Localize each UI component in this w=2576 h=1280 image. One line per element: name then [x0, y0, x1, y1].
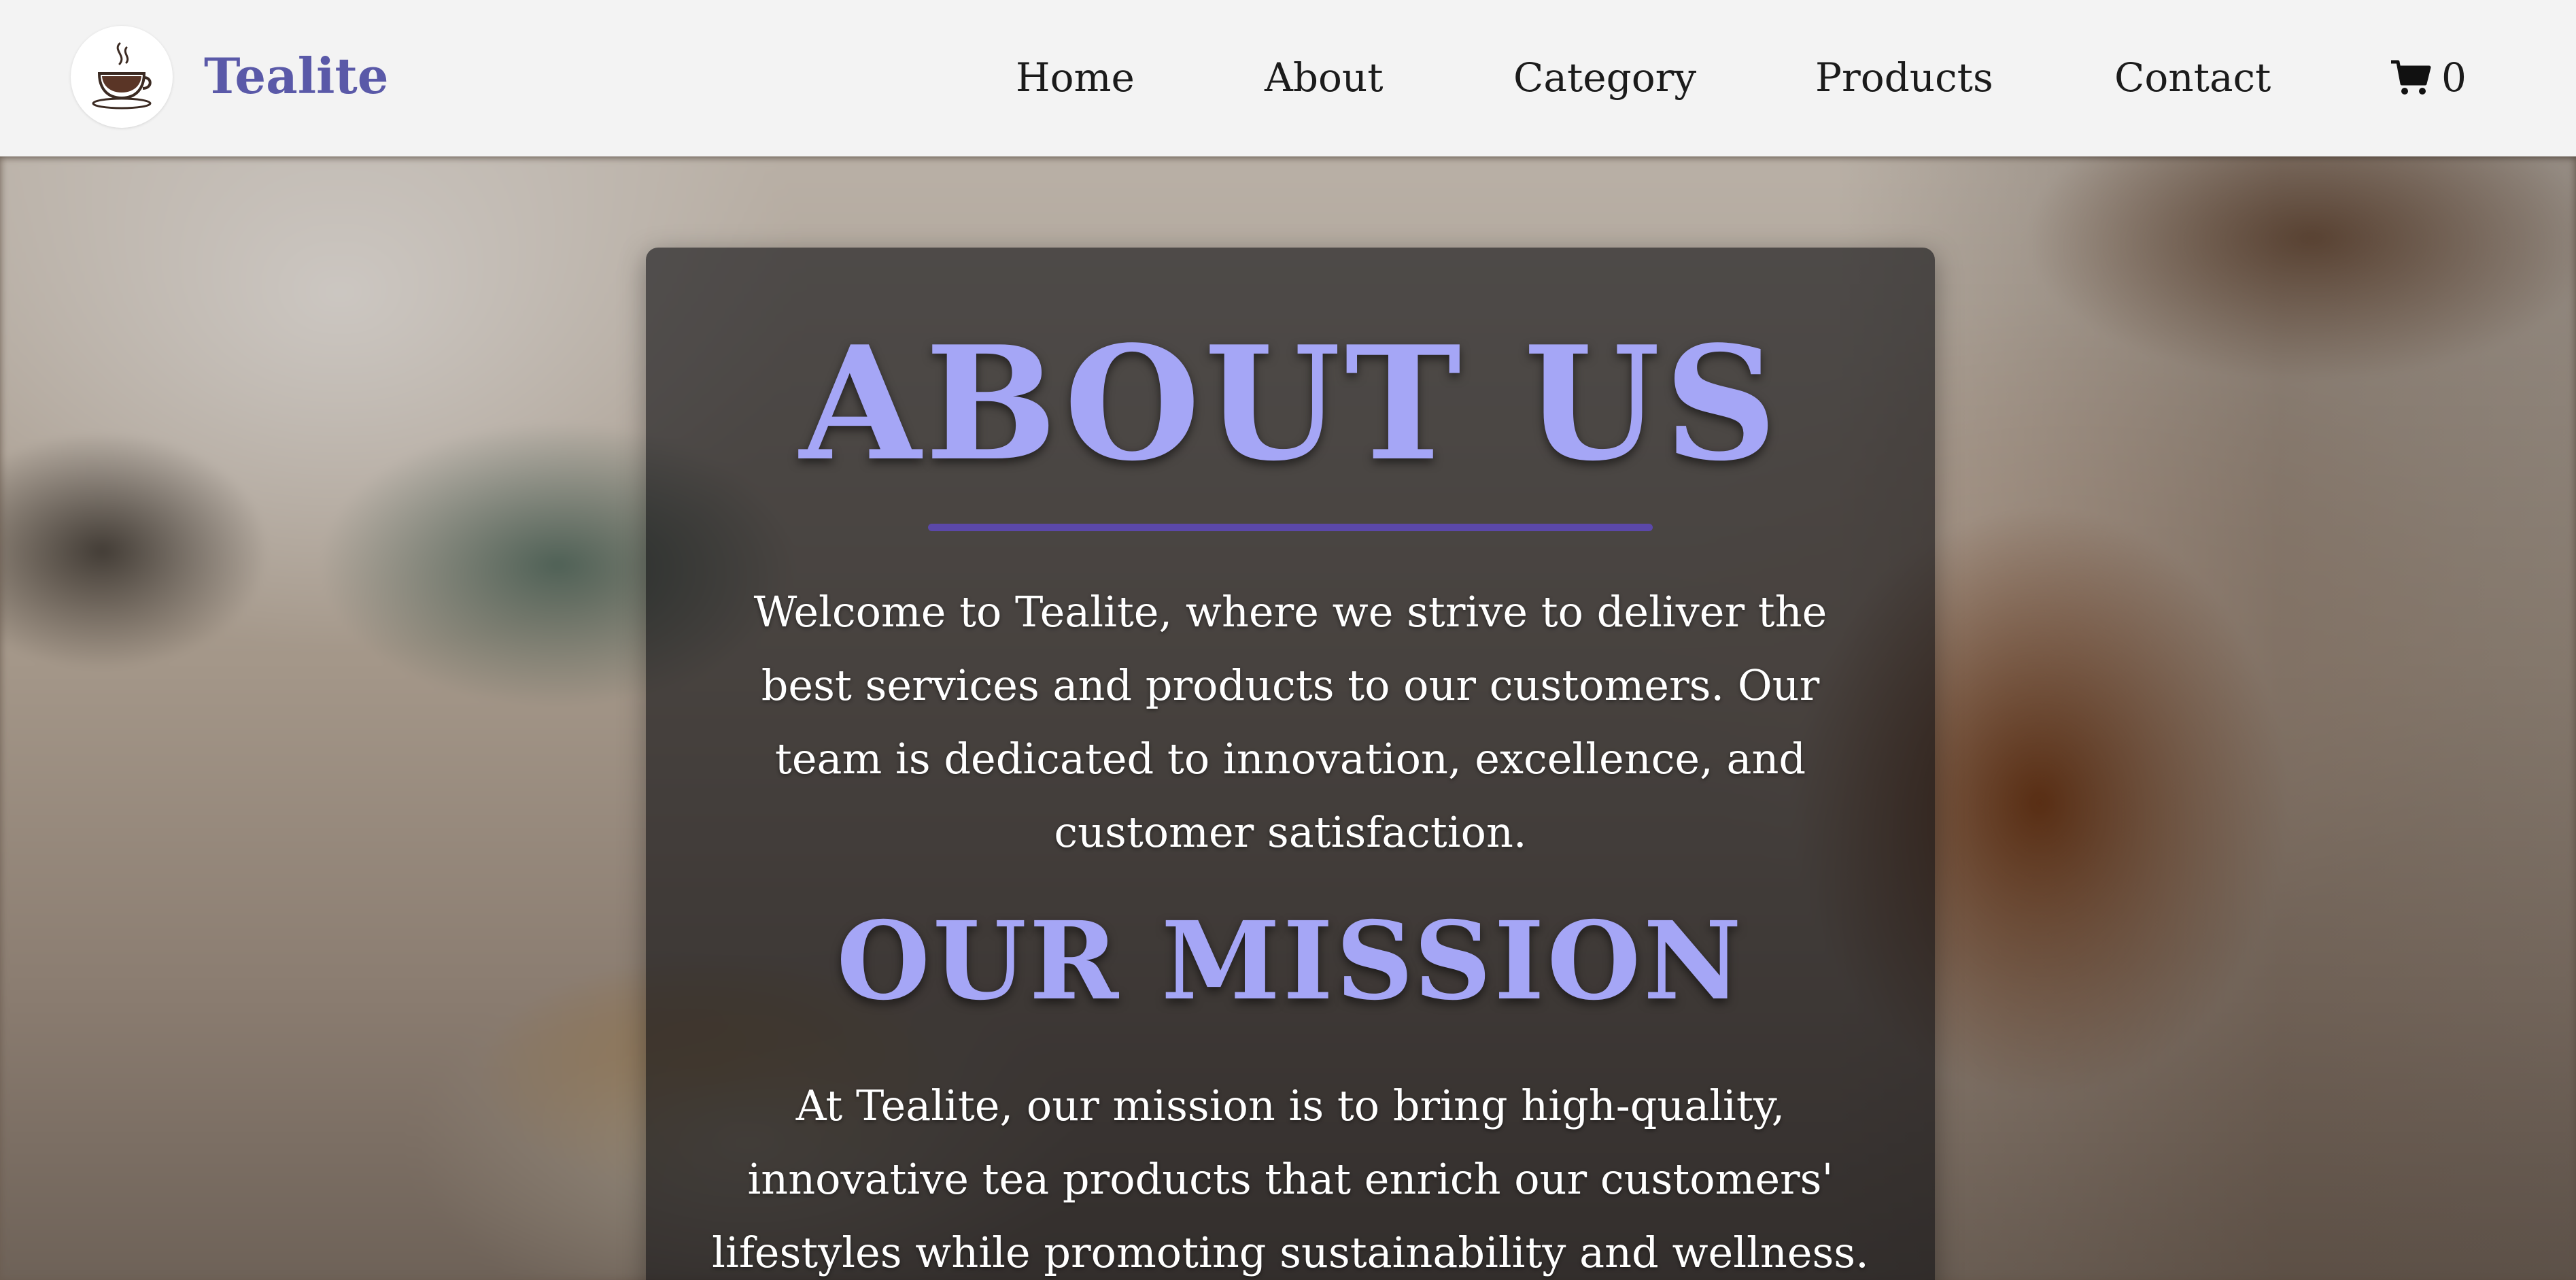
mission-text: At Tealite, our mission is to bring high… [712, 1081, 1869, 1277]
about-text: Welcome to Tealite, where we strive to d… [753, 587, 1827, 857]
cart-count: 0 [2441, 54, 2467, 101]
mission-title: OUR MISSION [836, 898, 1745, 1024]
hero-overlay [1836, 156, 2576, 1280]
cart-button[interactable]: 0 [2390, 49, 2467, 106]
logo[interactable] [71, 26, 173, 128]
nav-link-home[interactable]: Home [1016, 49, 1135, 106]
nav-link-contact[interactable]: Contact [2114, 49, 2271, 106]
title-divider [928, 524, 1653, 531]
about-title: ABOUT US [800, 312, 1781, 496]
navbar: Tealite Home About Category Products Con… [0, 0, 2576, 156]
cart-icon [2391, 60, 2431, 95]
teacup-icon [92, 42, 152, 110]
brand-name[interactable]: Tealite [204, 44, 389, 109]
nav-link-products[interactable]: Products [1815, 49, 1993, 106]
page: Tealite Home About Category Products Con… [0, 0, 2576, 1280]
nav-link-about[interactable]: About [1265, 49, 1384, 106]
nav-link-category[interactable]: Category [1513, 49, 1696, 106]
